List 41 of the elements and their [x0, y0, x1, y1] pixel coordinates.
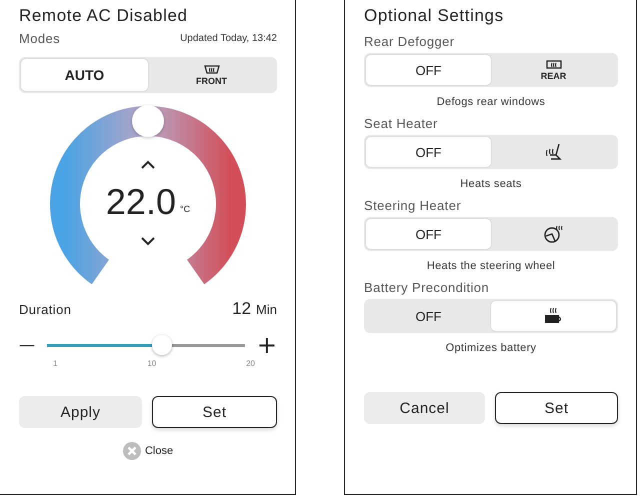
set-button[interactable]: Set [495, 392, 618, 424]
option-label: Rear Defogger [364, 34, 456, 49]
duration-unit: Min [256, 302, 277, 317]
tick-label: 10 [147, 359, 156, 368]
option-description: Optimizes battery [444, 342, 538, 354]
slider-thumb[interactable] [152, 335, 172, 355]
panel-title: Remote AC Disabled [19, 6, 189, 26]
close-icon [122, 442, 141, 460]
plus-button[interactable]: + [256, 333, 277, 357]
defrost-icon [202, 64, 220, 76]
option-toggle[interactable] [491, 301, 616, 331]
temperature-unit: °C [180, 204, 190, 214]
duration-slider[interactable] [47, 335, 245, 355]
duration-value: 12 [232, 299, 252, 319]
temperature-value: 22.0 [106, 184, 176, 220]
option-label: Battery Precondition [364, 280, 490, 295]
option-description: Defogs rear windows [436, 96, 546, 108]
option-label: Seat Heater [364, 116, 439, 131]
option-description: Heats seats [459, 178, 523, 190]
close-button[interactable]: Close [122, 442, 174, 460]
duration-label: Duration [19, 302, 72, 316]
modes-label: Modes [19, 31, 60, 46]
set-button[interactable]: Set [152, 396, 277, 428]
apply-button[interactable]: Apply [19, 396, 142, 428]
steering-wheel-icon [542, 224, 564, 244]
updated-time: Updated Today, 13:42 [180, 33, 277, 44]
option-label: Steering Heater [364, 198, 462, 213]
minus-button[interactable]: — [19, 333, 35, 357]
mode-tab[interactable]: FRONT [148, 59, 275, 91]
option-toggle[interactable]: OFF [366, 219, 491, 249]
panel-title: Optional Settings [364, 6, 505, 26]
option-toggle[interactable]: OFF [366, 137, 491, 167]
dial-thumb[interactable] [132, 105, 164, 137]
mode-tab[interactable]: AUTO [21, 59, 148, 91]
option-toggle[interactable]: OFF [366, 55, 491, 85]
option-description: Heats the steering wheel [426, 260, 556, 272]
option-toggle[interactable]: REAR [491, 55, 616, 85]
defrost-icon [544, 60, 562, 70]
tick-label: 20 [246, 359, 255, 368]
tick-label: 1 [53, 359, 58, 368]
cancel-button[interactable]: Cancel [364, 392, 485, 424]
